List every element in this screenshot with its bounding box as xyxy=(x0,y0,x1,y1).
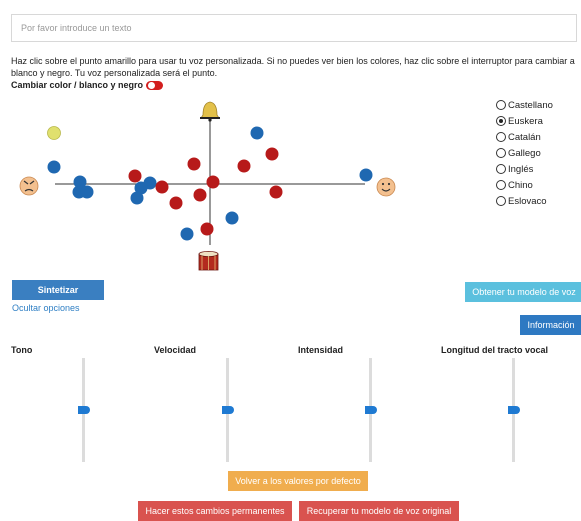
radio-icon[interactable] xyxy=(496,164,506,174)
toggle-label: Cambiar color / blanco y negro xyxy=(11,80,144,90)
voice-dot-blue[interactable] xyxy=(80,185,94,199)
voice-dot-red[interactable] xyxy=(200,222,214,236)
personal-voice-dot[interactable] xyxy=(47,126,61,140)
reset-defaults-button[interactable]: Volver a los valores por defecto xyxy=(228,471,368,491)
radio-icon[interactable] xyxy=(496,196,506,206)
voice-dot-blue[interactable] xyxy=(47,160,61,174)
language-option-gallego[interactable]: Gallego xyxy=(496,145,553,161)
voice-map xyxy=(19,101,396,271)
language-list: Castellano Euskera Catalán Gallego Inglé… xyxy=(496,97,553,209)
slider-label-tono: Tono xyxy=(11,345,33,355)
language-option-castellano[interactable]: Castellano xyxy=(496,97,553,113)
voice-dot-blue[interactable] xyxy=(130,191,144,205)
voice-dot-red[interactable] xyxy=(265,147,279,161)
angry-face-icon[interactable] xyxy=(19,176,39,196)
slider-thumb-tono[interactable] xyxy=(78,406,90,414)
voice-dot-red[interactable] xyxy=(193,188,207,202)
color-toggle-row: Cambiar color / blanco y negro xyxy=(11,80,164,90)
slider-label-velocidad: Velocidad xyxy=(154,345,197,355)
text-input[interactable] xyxy=(11,14,577,42)
language-option-chino[interactable]: Chino xyxy=(496,177,553,193)
slider-thumb-velocidad[interactable] xyxy=(222,406,234,414)
voice-dot-red[interactable] xyxy=(237,159,251,173)
language-option-catalan[interactable]: Catalán xyxy=(496,129,553,145)
instructions-text: Haz clic sobre el punto amarillo para us… xyxy=(11,56,575,78)
voice-dot-red[interactable] xyxy=(269,185,283,199)
drum-icon[interactable] xyxy=(198,250,219,271)
bell-icon[interactable] xyxy=(200,101,220,122)
voice-dot-blue[interactable] xyxy=(225,211,239,225)
voice-dot-red[interactable] xyxy=(155,180,169,194)
slider-thumb-intensidad[interactable] xyxy=(365,406,377,414)
radio-icon[interactable] xyxy=(496,100,506,110)
radio-icon[interactable] xyxy=(496,132,506,142)
synthesize-button[interactable]: Sintetizar xyxy=(12,280,104,300)
language-option-eslovaco[interactable]: Eslovaco xyxy=(496,193,553,209)
slider-label-intensidad: Intensidad xyxy=(298,345,344,355)
voice-dot-blue[interactable] xyxy=(250,126,264,140)
hide-options-link[interactable]: Ocultar opciones xyxy=(12,303,80,313)
voice-dot-red[interactable] xyxy=(187,157,201,171)
make-permanent-button[interactable]: Hacer estos cambios permanentes xyxy=(138,501,292,521)
radio-icon[interactable] xyxy=(496,116,506,126)
obtain-voice-model-button[interactable]: Obtener tu modelo de voz xyxy=(465,282,581,302)
smiley-face-icon[interactable] xyxy=(376,177,396,197)
slider-thumb-longitud[interactable] xyxy=(508,406,520,414)
voice-dot-blue[interactable] xyxy=(180,227,194,241)
color-toggle-switch[interactable] xyxy=(146,80,164,90)
radio-icon[interactable] xyxy=(496,148,506,158)
voice-dot-red[interactable] xyxy=(169,196,183,210)
restore-voice-model-button[interactable]: Recuperar tu modelo de voz original xyxy=(299,501,459,521)
voice-dot-red[interactable] xyxy=(128,169,142,183)
language-option-euskera[interactable]: Euskera xyxy=(496,113,553,129)
red-dots xyxy=(128,147,283,236)
voice-dot-blue[interactable] xyxy=(359,168,373,182)
voice-dot-red[interactable] xyxy=(206,175,220,189)
info-button[interactable]: Información xyxy=(520,315,581,335)
radio-icon[interactable] xyxy=(496,180,506,190)
slider-label-longitud: Longitud del tracto vocal xyxy=(441,345,549,355)
language-option-ingles[interactable]: Inglés xyxy=(496,161,553,177)
